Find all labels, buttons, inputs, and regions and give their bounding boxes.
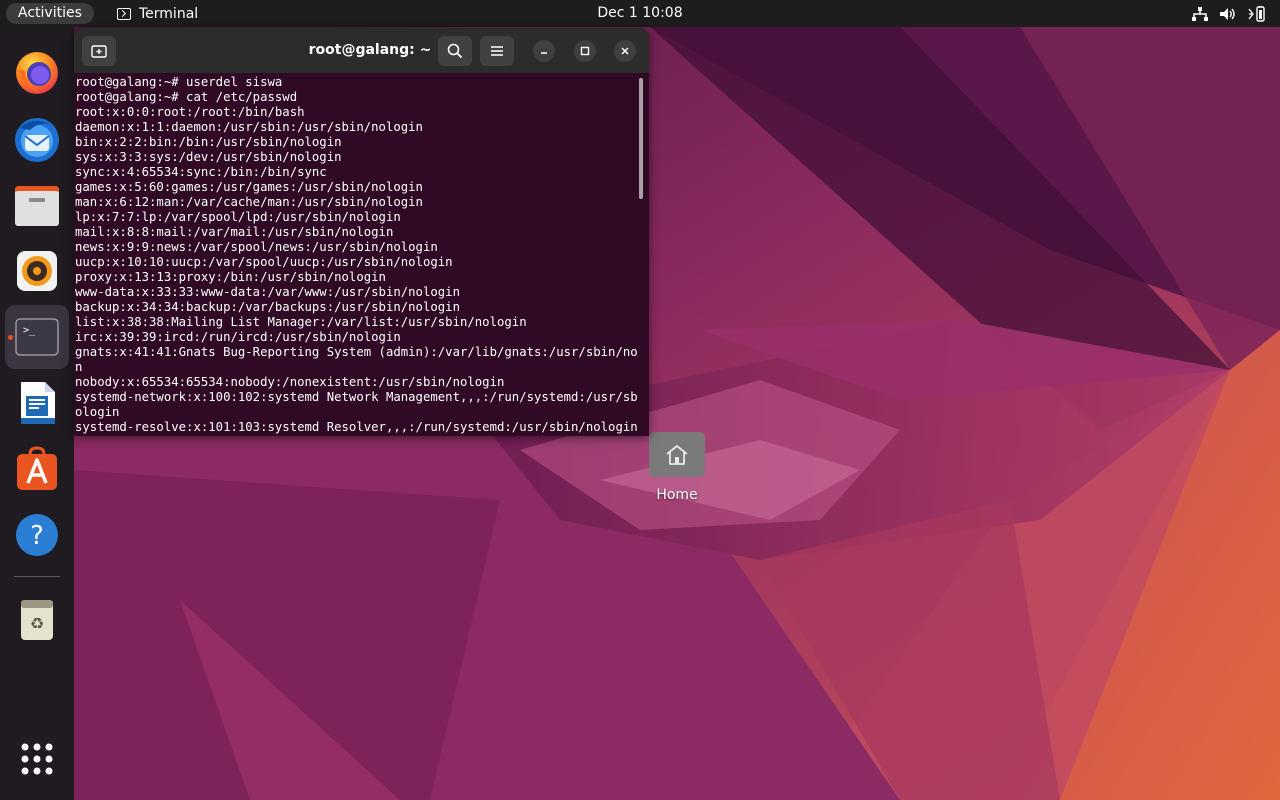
dock-item-terminal[interactable]: >_ xyxy=(5,305,69,369)
volume-icon xyxy=(1220,7,1236,21)
terminal-headerbar[interactable]: root@galang: ~ xyxy=(74,28,649,73)
terminal-line: list:x:38:38:Mailing List Manager:/var/l… xyxy=(75,315,527,329)
terminal-line: news:x:9:9:news:/var/spool/news:/usr/sbi… xyxy=(75,240,438,254)
terminal-line: systemd-network:x:100:102:systemd Networ… xyxy=(75,390,637,404)
terminal-line: nobody:x:65534:65534:nobody:/nonexistent… xyxy=(75,375,505,389)
home-folder-icon xyxy=(649,428,705,477)
terminal-line: systemd-resolve:x:101:103:systemd Resolv… xyxy=(75,420,637,434)
terminal-line: gnats:x:41:41:Gnats Bug-Reporting System… xyxy=(75,345,637,359)
new-tab-button[interactable] xyxy=(82,36,116,66)
terminal-line: man:x:6:12:man:/var/cache/man:/usr/sbin/… xyxy=(75,195,423,209)
terminal-window[interactable]: root@galang: ~ root@galang:~# userdel si… xyxy=(74,28,649,436)
dock: >_ ? ♻ xyxy=(0,27,74,800)
terminal-scrollbar[interactable] xyxy=(639,78,643,199)
terminal-line: sys:x:3:3:sys:/dev:/usr/sbin/nologin xyxy=(75,150,342,164)
dock-item-writer[interactable] xyxy=(5,371,69,435)
terminal-line: www-data:x:33:33:www-data:/var/www:/usr/… xyxy=(75,285,460,299)
dock-item-thunderbird[interactable] xyxy=(5,107,69,171)
software-icon xyxy=(17,446,57,490)
menu-button[interactable] xyxy=(480,36,514,66)
dock-item-help[interactable]: ? xyxy=(5,503,69,567)
terminal-line: bin:x:2:2:bin:/bin:/usr/sbin/nologin xyxy=(75,135,342,149)
terminal-line: sync:x:4:65534:sync:/bin:/bin/sync xyxy=(75,165,327,179)
app-menu-label: Terminal xyxy=(139,5,199,22)
close-icon xyxy=(621,47,629,55)
terminal-line: mail:x:8:8:mail:/var/mail:/usr/sbin/nolo… xyxy=(75,225,394,239)
thunderbird-icon xyxy=(15,118,59,162)
terminal-line: daemon:x:1:1:daemon:/usr/sbin:/usr/sbin/… xyxy=(75,120,423,134)
terminal-output[interactable]: root@galang:~# userdel siswa root@galang… xyxy=(75,74,637,436)
trash-icon: ♻ xyxy=(21,600,53,640)
app-menu[interactable]: Terminal xyxy=(117,0,198,27)
hamburger-menu-icon xyxy=(491,46,503,56)
new-tab-icon xyxy=(91,45,107,58)
search-button[interactable] xyxy=(438,36,472,66)
help-icon: ? xyxy=(16,514,58,556)
dock-item-rhythmbox[interactable] xyxy=(5,239,69,303)
terminal-line: uucp:x:10:10:uucp:/var/spool/uucp:/usr/s… xyxy=(75,255,453,269)
search-icon xyxy=(447,43,463,59)
firefox-icon xyxy=(16,52,58,94)
battery-icon xyxy=(1248,5,1266,22)
dock-item-show-apps[interactable] xyxy=(5,727,69,791)
terminal-line: root:x:0:0:root:/root:/bin/bash xyxy=(75,105,305,119)
close-button[interactable] xyxy=(614,40,636,62)
terminal-line: lp:x:7:7:lp:/var/spool/lpd:/usr/sbin/nol… xyxy=(75,210,401,224)
terminal-line: games:x:5:60:games:/usr/games:/usr/sbin/… xyxy=(75,180,423,194)
dock-item-software[interactable] xyxy=(5,437,69,501)
files-icon xyxy=(15,186,59,226)
svg-text:♻: ♻ xyxy=(30,614,44,633)
system-tray[interactable] xyxy=(1192,0,1266,27)
rhythmbox-icon xyxy=(17,251,57,291)
top-bar: Activities Terminal Dec 1 10:08 xyxy=(0,0,1280,27)
app-grid-icon xyxy=(21,743,53,775)
maximize-button[interactable] xyxy=(574,40,596,62)
terminal-line: n xyxy=(75,360,83,374)
running-indicator xyxy=(8,335,13,340)
dock-item-files[interactable] xyxy=(5,173,69,237)
writer-icon xyxy=(21,382,55,424)
minimize-icon xyxy=(541,52,547,54)
dock-item-firefox[interactable] xyxy=(5,41,69,105)
terminal-line: root@galang:~# userdel siswa xyxy=(75,75,283,89)
maximize-icon xyxy=(580,46,590,56)
terminal-app-icon xyxy=(117,7,131,20)
dock-separator xyxy=(14,576,60,577)
terminal-prompt-glyph: >_ xyxy=(23,325,36,336)
terminal-icon: >_ xyxy=(15,318,59,356)
home-label: Home xyxy=(656,487,698,503)
help-glyph: ? xyxy=(30,521,44,551)
activities-button[interactable]: Activities xyxy=(6,3,94,24)
terminal-line: root@galang:~# cat /etc/passwd xyxy=(75,90,298,104)
clock[interactable]: Dec 1 10:08 xyxy=(597,5,682,21)
terminal-line: irc:x:39:39:ircd:/run/ircd:/usr/sbin/nol… xyxy=(75,330,401,344)
minimize-button[interactable] xyxy=(533,40,555,62)
desktop-home-icon[interactable]: Home xyxy=(640,428,714,512)
terminal-line: proxy:x:13:13:proxy:/bin:/usr/sbin/nolog… xyxy=(75,270,386,284)
dock-item-trash[interactable]: ♻ xyxy=(5,587,69,651)
network-icon xyxy=(1192,6,1208,21)
terminal-line: ologin xyxy=(75,405,120,419)
terminal-line: backup:x:34:34:backup:/var/backups:/usr/… xyxy=(75,300,460,314)
